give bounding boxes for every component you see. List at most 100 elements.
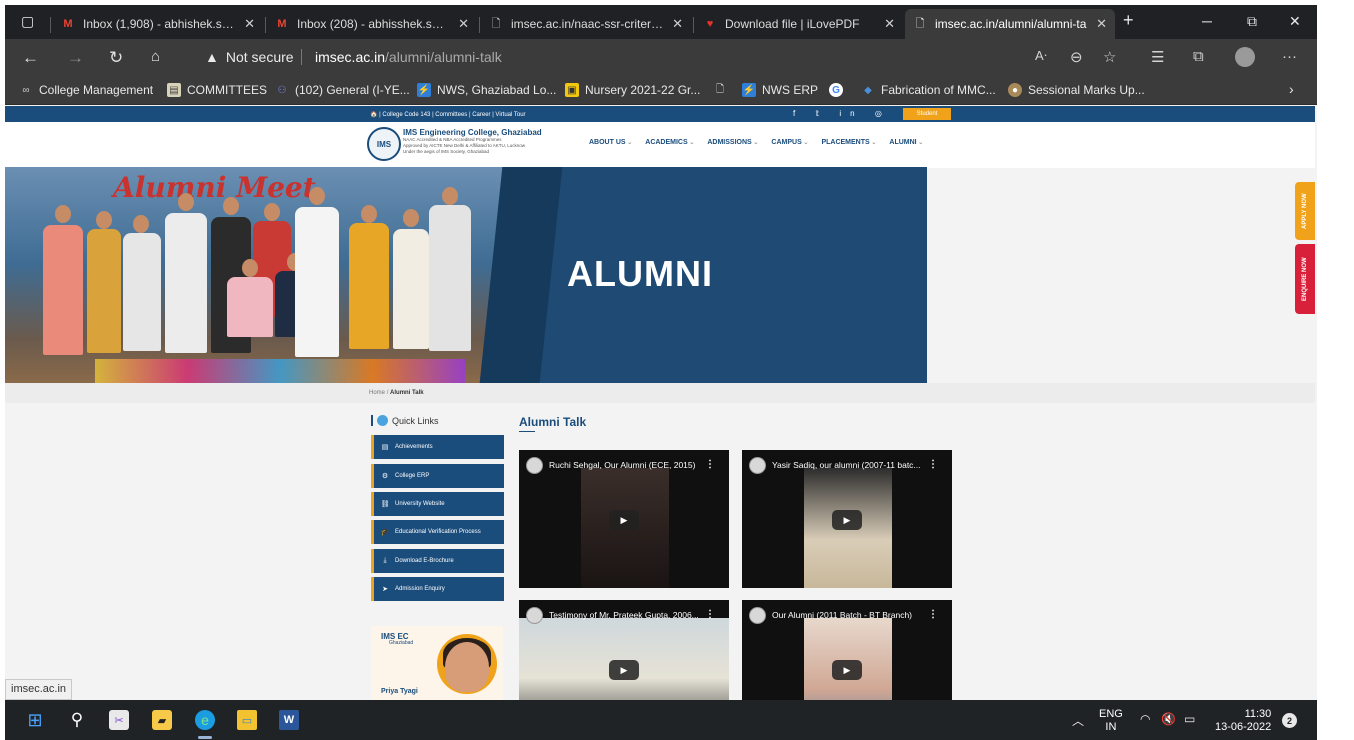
read-aloud-icon[interactable]: Aᐧ <box>1035 48 1047 64</box>
zoom-icon[interactable]: ⊖ <box>1070 48 1083 66</box>
minimize-icon[interactable]: ─ <box>1202 13 1212 29</box>
quick-link-achievements[interactable]: ▤ Achievements <box>371 435 504 459</box>
nav-placements[interactable]: PLACEMENTS <box>821 139 876 146</box>
tab-gmail-1[interactable]: M Inbox (1,908) - abhishek.saxen ✕ <box>53 9 263 39</box>
volume-muted-icon[interactable]: 🔇 <box>1161 712 1176 726</box>
url-field[interactable]: imsec.ac.in/alumni/alumni-talk <box>315 49 502 65</box>
tab-alumni-talk[interactable]: 🗋 imsec.ac.in/alumni/alumni-ta ✕ <box>905 9 1115 39</box>
person-figure <box>393 229 429 349</box>
college-logo[interactable]: IMS <box>367 127 401 161</box>
new-tab-button[interactable]: + <box>1123 10 1134 31</box>
tab-ilovepdf[interactable]: ♥ Download file | iLovePDF ✕ <box>695 9 903 39</box>
notifications-badge[interactable]: 2 <box>1282 713 1297 728</box>
snipping-tool-icon[interactable]: ✂ <box>109 710 129 730</box>
wifi-icon[interactable]: ◠ <box>1140 712 1150 726</box>
more-options-icon[interactable]: ⋮ <box>928 459 938 470</box>
window-close-icon[interactable]: ✕ <box>1289 13 1301 30</box>
battery-icon[interactable]: ▭ <box>1184 712 1195 726</box>
nav-academics[interactable]: ACADEMICS <box>645 139 694 146</box>
tab-actions-icon[interactable]: ▢ <box>21 13 34 30</box>
quick-link-university-website[interactable]: ⛓ University Website <box>371 492 504 516</box>
quick-link-educational-verification[interactable]: 🎓 Educational Verification Process <box>371 520 504 544</box>
channel-avatar[interactable] <box>526 607 543 624</box>
sticky-notes-icon[interactable]: ▰ <box>152 710 172 730</box>
person-head <box>178 193 194 211</box>
channel-avatar[interactable] <box>749 607 766 624</box>
more-icon[interactable]: ··· <box>1282 48 1297 65</box>
search-icon[interactable]: ⚲ <box>67 710 87 730</box>
nav-alumni[interactable]: ALUMNI <box>889 139 923 146</box>
close-icon[interactable]: ✕ <box>672 16 683 32</box>
add-favorite-icon[interactable]: ☆ <box>1103 48 1116 66</box>
home-icon[interactable]: ⌂ <box>151 48 160 65</box>
more-options-icon[interactable]: ⋮ <box>928 609 938 620</box>
tab-naac[interactable]: 🗋 imsec.ac.in/naac-ssr-criterion- ✕ <box>481 9 691 39</box>
video-card-prateek-gupta[interactable]: Testimony of Mr. Prateek Gupta, 2006... … <box>519 600 729 700</box>
language-indicator[interactable]: ENG IN <box>1099 708 1123 734</box>
section-title: Alumni Talk <box>519 415 587 429</box>
student-button[interactable]: Student <box>903 108 951 120</box>
close-icon[interactable]: ✕ <box>244 16 255 32</box>
nav-admissions[interactable]: ADMISSIONS <box>707 139 758 146</box>
close-icon[interactable]: ✕ <box>884 16 895 32</box>
video-card-ruchi-sehgal[interactable]: Ruchi Sehgal, Our Alumni (ECE, 2015) ⋮ ▶ <box>519 450 729 588</box>
play-icon[interactable]: ▶ <box>832 660 862 680</box>
favorite-committees[interactable]: ▤ COMMITTEES <box>167 83 267 97</box>
play-icon[interactable]: ▶ <box>609 660 639 680</box>
play-icon[interactable]: ▶ <box>832 510 862 530</box>
windows-start-icon[interactable]: ⊞ <box>25 710 45 730</box>
quick-link-college-erp[interactable]: ⚙ College ERP <box>371 464 504 488</box>
hidden-icons-chevron[interactable]: ︿ <box>1072 712 1084 729</box>
nav-about-us[interactable]: ABOUT US <box>589 139 632 146</box>
forward-icon[interactable]: → <box>67 48 84 68</box>
apply-now-tab[interactable]: APPLY NOW <box>1295 182 1315 240</box>
back-icon[interactable]: ← <box>22 48 39 68</box>
enquire-now-tab[interactable]: ENQUIRE NOW <box>1295 244 1315 314</box>
quick-link-admission-enquiry[interactable]: ➤ Admission Enquiry <box>371 577 504 601</box>
refresh-icon[interactable]: ↻ <box>109 48 123 68</box>
nav-campus[interactable]: CAMPUS <box>771 139 808 146</box>
favorite-teams-general[interactable]: ⚇ (102) General (I-YE... <box>275 83 410 97</box>
quick-link-label: Download E-Brochure <box>395 558 454 564</box>
video-card-yasir-sadiq[interactable]: Yasir Sadiq, our alumni (2007-11 batc...… <box>742 450 952 588</box>
system-clock[interactable]: 11:30 13-06-2022 <box>1215 708 1271 734</box>
video-title[interactable]: Our Alumni (2011 Batch - BT Branch) <box>772 610 937 620</box>
favorite-blank-page[interactable]: 🗋 <box>713 83 733 97</box>
alumni-promo-card[interactable]: IMS EC Ghaziabad Priya Tyagi <box>371 626 503 700</box>
restore-icon[interactable]: ⧉ <box>1247 13 1257 30</box>
favorite-nws-erp[interactable]: ⚡ NWS ERP <box>742 83 818 97</box>
security-indicator[interactable]: ▲ Not secure <box>205 49 294 65</box>
tab-gmail-2[interactable]: M Inbox (208) - abhisshek.s@gr ✕ <box>267 9 477 39</box>
channel-avatar[interactable] <box>526 457 543 474</box>
gmail-icon: M <box>63 18 73 30</box>
video-title[interactable]: Ruchi Sehgal, Our Alumni (ECE, 2015) <box>549 460 714 470</box>
breadcrumb: Home / Alumni Talk <box>5 383 1315 403</box>
favorite-nws-ghaziabad[interactable]: ⚡ NWS, Ghaziabad Lo... <box>417 83 556 97</box>
more-options-icon[interactable]: ⋮ <box>705 609 715 620</box>
favorite-nursery[interactable]: ▣ Nursery 2021-22 Gr... <box>565 83 700 97</box>
collections-icon[interactable]: ⧉ <box>1193 48 1204 65</box>
tab-separator <box>50 17 51 33</box>
video-card-bt-branch[interactable]: Our Alumni (2011 Batch - BT Branch) ⋮ ▶ <box>742 600 952 700</box>
favorite-google[interactable]: G <box>829 83 849 97</box>
favorite-sessional-marks[interactable]: ● Sessional Marks Up... <box>1008 83 1145 97</box>
quick-link-download-brochure[interactable]: ⤓ Download E-Brochure <box>371 549 504 573</box>
favorites-icon[interactable]: ☰ <box>1151 48 1164 66</box>
close-icon[interactable]: ✕ <box>1096 16 1107 32</box>
edge-browser-icon[interactable]: e <box>195 710 215 730</box>
channel-avatar[interactable] <box>749 457 766 474</box>
profile-avatar[interactable] <box>1235 47 1255 67</box>
word-icon[interactable]: W <box>279 710 299 730</box>
file-explorer-icon[interactable]: ▭ <box>237 710 257 730</box>
more-options-icon[interactable]: ⋮ <box>705 459 715 470</box>
college-logo-text[interactable]: IMS Engineering College, Ghaziabad NAAC … <box>403 128 542 155</box>
close-icon[interactable]: ✕ <box>458 16 469 32</box>
play-icon[interactable]: ▶ <box>609 510 639 530</box>
more-favorites-icon[interactable]: › <box>1289 81 1294 97</box>
top-strip-links[interactable]: 🏠 | College Code 143 | Committees | Care… <box>370 111 526 118</box>
favorite-college-management[interactable]: ∞ College Management <box>19 83 153 97</box>
video-title[interactable]: Yasir Sadiq, our alumni (2007-11 batc... <box>772 460 937 470</box>
video-title[interactable]: Testimony of Mr. Prateek Gupta, 2006... <box>549 610 714 620</box>
breadcrumb-home[interactable]: Home <box>369 390 385 396</box>
favorite-fabrication[interactable]: ◆ Fabrication of MMC... <box>861 83 996 97</box>
